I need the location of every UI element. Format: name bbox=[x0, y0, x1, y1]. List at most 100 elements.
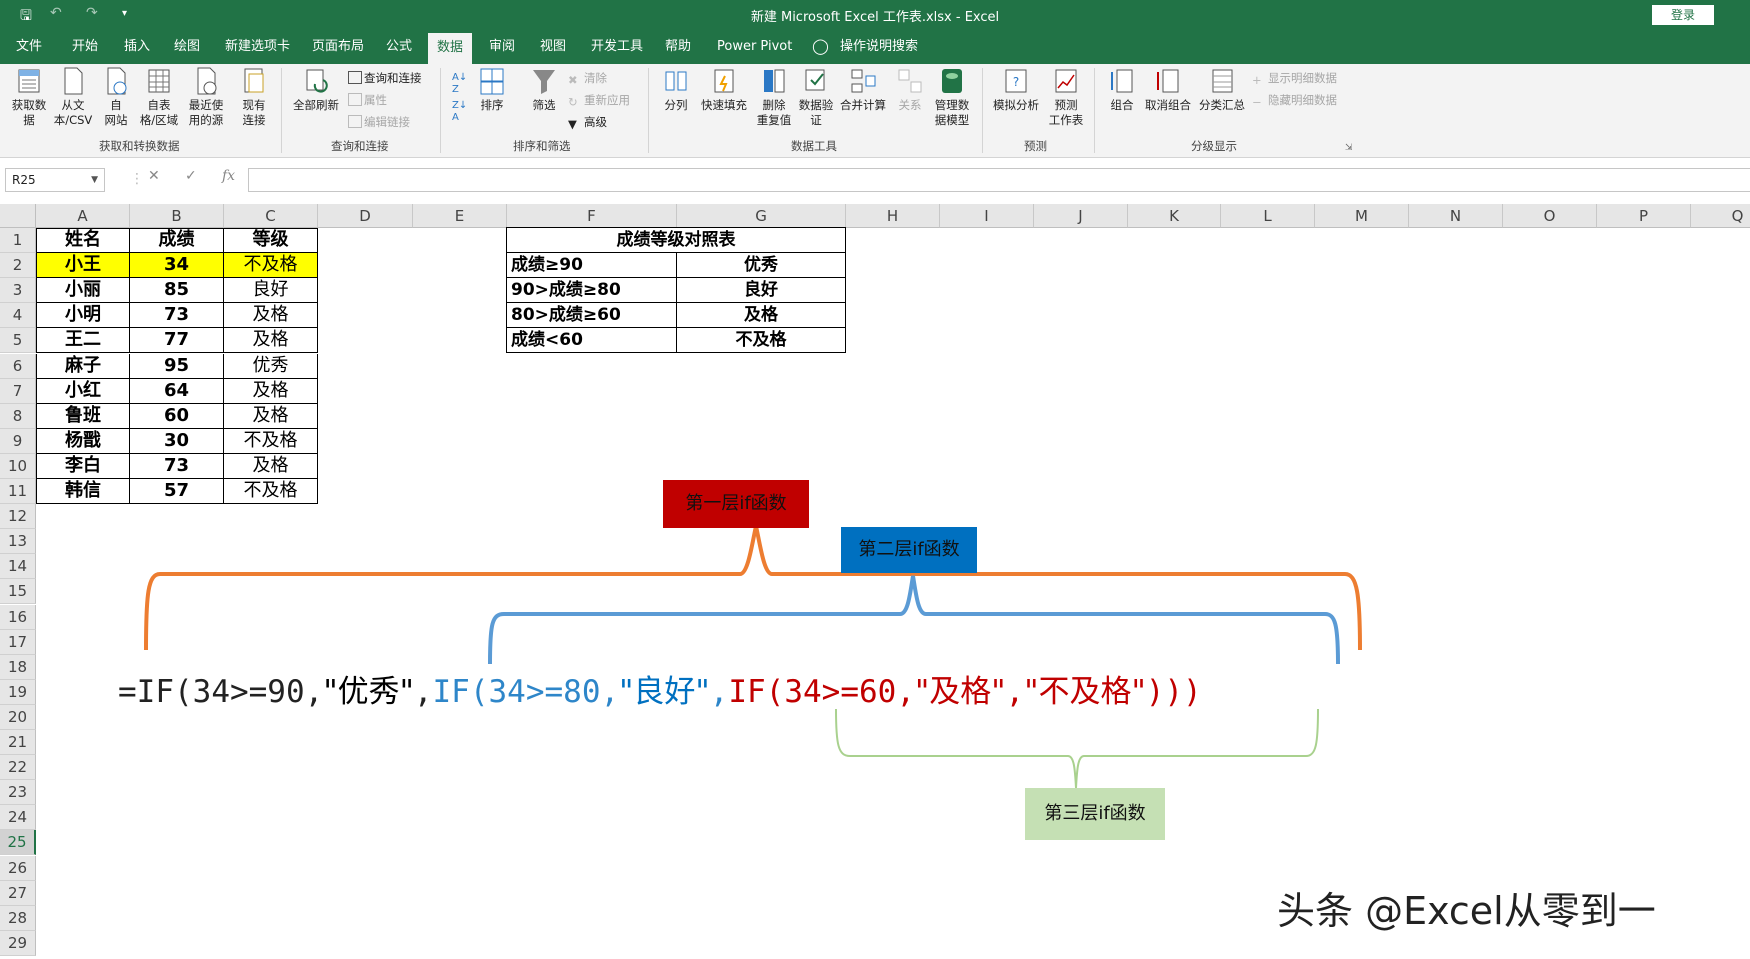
tab-data[interactable]: 数据 bbox=[428, 33, 473, 64]
ribbon: 获取数 据 从文 本/CSV 自 网站 自表 格/区域 最近使 用的源 现有 连… bbox=[0, 64, 1750, 158]
sort-za-button[interactable]: Z↓ A bbox=[452, 100, 467, 124]
sort-icon bbox=[480, 68, 504, 95]
name-box-value: R25 bbox=[12, 173, 36, 187]
manage-data-model-button[interactable]: 管理数 据模型 bbox=[932, 66, 972, 128]
formula-close: ))) bbox=[1145, 674, 1202, 710]
tab-developer[interactable]: 开发工具 bbox=[591, 29, 643, 64]
group-separator bbox=[982, 68, 983, 153]
layer1-label[interactable]: 第一层if函数 bbox=[663, 480, 809, 528]
remove-duplicates-button[interactable]: 删除 重复值 bbox=[754, 66, 794, 128]
relationships-button[interactable]: 关系 bbox=[894, 66, 926, 113]
formula-comma-3: , bbox=[1005, 674, 1025, 710]
get-data-button[interactable]: 获取数 据 bbox=[8, 66, 50, 128]
formula-string-2: "良好" bbox=[619, 674, 710, 710]
properties-icon bbox=[348, 93, 362, 106]
tab-draw[interactable]: 绘图 bbox=[174, 29, 200, 64]
sort-button[interactable]: 排序 bbox=[476, 66, 508, 113]
tab-help[interactable]: 帮助 bbox=[665, 29, 691, 64]
tab-page-layout[interactable]: 页面布局 bbox=[312, 29, 364, 64]
data-model-icon bbox=[942, 69, 962, 93]
group-label-get-transform: 获取和转换数据 bbox=[99, 139, 180, 153]
tab-power-pivot[interactable]: Power Pivot bbox=[717, 29, 792, 64]
layer2-label[interactable]: 第二层if函数 bbox=[841, 527, 977, 573]
text-to-columns-label: 分列 bbox=[664, 98, 688, 112]
tell-me-search[interactable]: 操作说明搜索 bbox=[840, 29, 918, 64]
text-to-columns-button[interactable]: 分列 bbox=[660, 66, 692, 113]
tab-view[interactable]: 视图 bbox=[540, 29, 566, 64]
ungroup-button[interactable]: 取消组合 bbox=[1142, 66, 1194, 113]
sort-az-button[interactable]: A↓ Z bbox=[452, 72, 467, 96]
group-button[interactable]: 组合 bbox=[1104, 66, 1140, 113]
database-icon bbox=[18, 69, 40, 93]
properties-button[interactable]: 属性 bbox=[348, 92, 387, 108]
filter-button[interactable]: 筛选 bbox=[528, 66, 560, 113]
insert-function-icon[interactable]: fx bbox=[222, 168, 235, 184]
recent-sources-button[interactable]: 最近使 用的源 bbox=[184, 66, 228, 128]
recent-sources-label: 最近使 用的源 bbox=[188, 98, 224, 127]
show-detail-button[interactable]: + 显示明细数据 bbox=[1252, 70, 1337, 87]
clear-button[interactable]: ✖ 清除 bbox=[568, 70, 607, 87]
layer3-label[interactable]: 第三层if函数 bbox=[1025, 788, 1165, 840]
tab-insert[interactable]: 插入 bbox=[124, 29, 150, 64]
from-table-label: 自表 格/区域 bbox=[139, 98, 179, 127]
queries-connections-button[interactable]: 查询和连接 bbox=[348, 70, 422, 86]
enter-icon[interactable]: ✓ bbox=[185, 168, 197, 184]
advanced-filter-button[interactable]: ▼ 高级 bbox=[568, 114, 607, 131]
show-detail-icon: + bbox=[1252, 73, 1262, 87]
subtotal-label: 分类汇总 bbox=[1199, 98, 1245, 112]
group-label-sort-filter: 排序和筛选 bbox=[513, 139, 571, 153]
tab-new[interactable]: 新建选项卡 bbox=[225, 29, 290, 64]
title-bar: 🖫 ↶ ↷ ▾ 新建 Microsoft Excel 工作表.xlsx - Ex… bbox=[0, 0, 1750, 29]
hide-detail-icon: − bbox=[1252, 95, 1262, 109]
login-button[interactable]: 登录 bbox=[1652, 5, 1714, 25]
flash-fill-icon bbox=[714, 69, 734, 93]
nested-if-formula: =IF(34>=90,"优秀",IF(34>=80,"良好",IF(34>=60… bbox=[118, 666, 1202, 711]
annotation-braces bbox=[144, 525, 1362, 789]
formula-part-3: IF(34>=60, bbox=[728, 674, 915, 710]
queries-icon bbox=[348, 71, 362, 84]
tab-formulas[interactable]: 公式 bbox=[386, 29, 412, 64]
formula-bar: R25 ▼ ⋮ ✕ ✓ fx bbox=[0, 158, 1750, 204]
formula-string-1: "优秀" bbox=[323, 674, 414, 710]
group-label-forecast: 预测 bbox=[1024, 139, 1047, 153]
subtotal-button[interactable]: 分类汇总 bbox=[1196, 66, 1248, 113]
refresh-icon bbox=[306, 69, 328, 93]
refresh-all-label: 全部刷新 bbox=[293, 98, 339, 112]
edit-links-button[interactable]: 编辑链接 bbox=[348, 114, 410, 130]
outline-dialog-launcher-icon[interactable]: ⇲ bbox=[1345, 140, 1353, 156]
hide-detail-button[interactable]: − 隐藏明细数据 bbox=[1252, 92, 1337, 109]
existing-connections-button[interactable]: 现有 连接 bbox=[236, 66, 272, 128]
web-icon bbox=[107, 67, 127, 95]
consolidate-button[interactable]: 合并计算 bbox=[838, 66, 888, 113]
filter-label: 筛选 bbox=[532, 98, 556, 112]
refresh-all-button[interactable]: 全部刷新 bbox=[291, 66, 341, 113]
forecast-sheet-button[interactable]: 预测 工作表 bbox=[1046, 66, 1086, 128]
consolidate-icon bbox=[851, 69, 876, 93]
from-web-button[interactable]: 自 网站 bbox=[100, 66, 132, 128]
reapply-button[interactable]: ↻ 重新应用 bbox=[568, 92, 630, 109]
flash-fill-label: 快速填充 bbox=[701, 98, 747, 112]
from-table-button[interactable]: 自表 格/区域 bbox=[137, 66, 181, 128]
remove-duplicates-label: 删除 重复值 bbox=[756, 98, 792, 127]
chevron-down-icon[interactable]: ▼ bbox=[91, 169, 98, 191]
group-label-queries: 查询和连接 bbox=[331, 139, 389, 153]
what-if-button[interactable]: ? 模拟分析 bbox=[990, 66, 1042, 113]
tab-review[interactable]: 审阅 bbox=[489, 29, 515, 64]
tab-file[interactable]: 文件 bbox=[16, 29, 42, 64]
formula-input[interactable] bbox=[248, 168, 1750, 192]
group-separator bbox=[440, 68, 441, 153]
tab-home[interactable]: 开始 bbox=[72, 29, 98, 64]
formula-part-2: IF(34>=80, bbox=[432, 674, 620, 710]
cancel-icon[interactable]: ✕ bbox=[148, 168, 160, 184]
validation-icon bbox=[805, 69, 825, 91]
flash-fill-button[interactable]: 快速填充 bbox=[698, 66, 750, 113]
worksheet-grid[interactable]: ABCDEFGHIJKLMNOPQ 1 2 3 4 5 6 7 8 9 10 11 12 13 14 15 1… bbox=[0, 204, 1750, 959]
from-text-button[interactable]: 从文 本/CSV bbox=[53, 66, 93, 128]
resize-handle-icon[interactable]: ⋮ bbox=[130, 171, 144, 187]
lightbulb-icon: ◯ bbox=[812, 37, 829, 55]
formula-comma-2: , bbox=[709, 674, 729, 710]
consolidate-label: 合并计算 bbox=[840, 98, 886, 112]
name-box[interactable]: R25 ▼ bbox=[5, 168, 105, 192]
manage-data-model-label: 管理数 据模型 bbox=[934, 98, 970, 127]
data-validation-button[interactable]: 数据验 证 bbox=[796, 66, 836, 128]
